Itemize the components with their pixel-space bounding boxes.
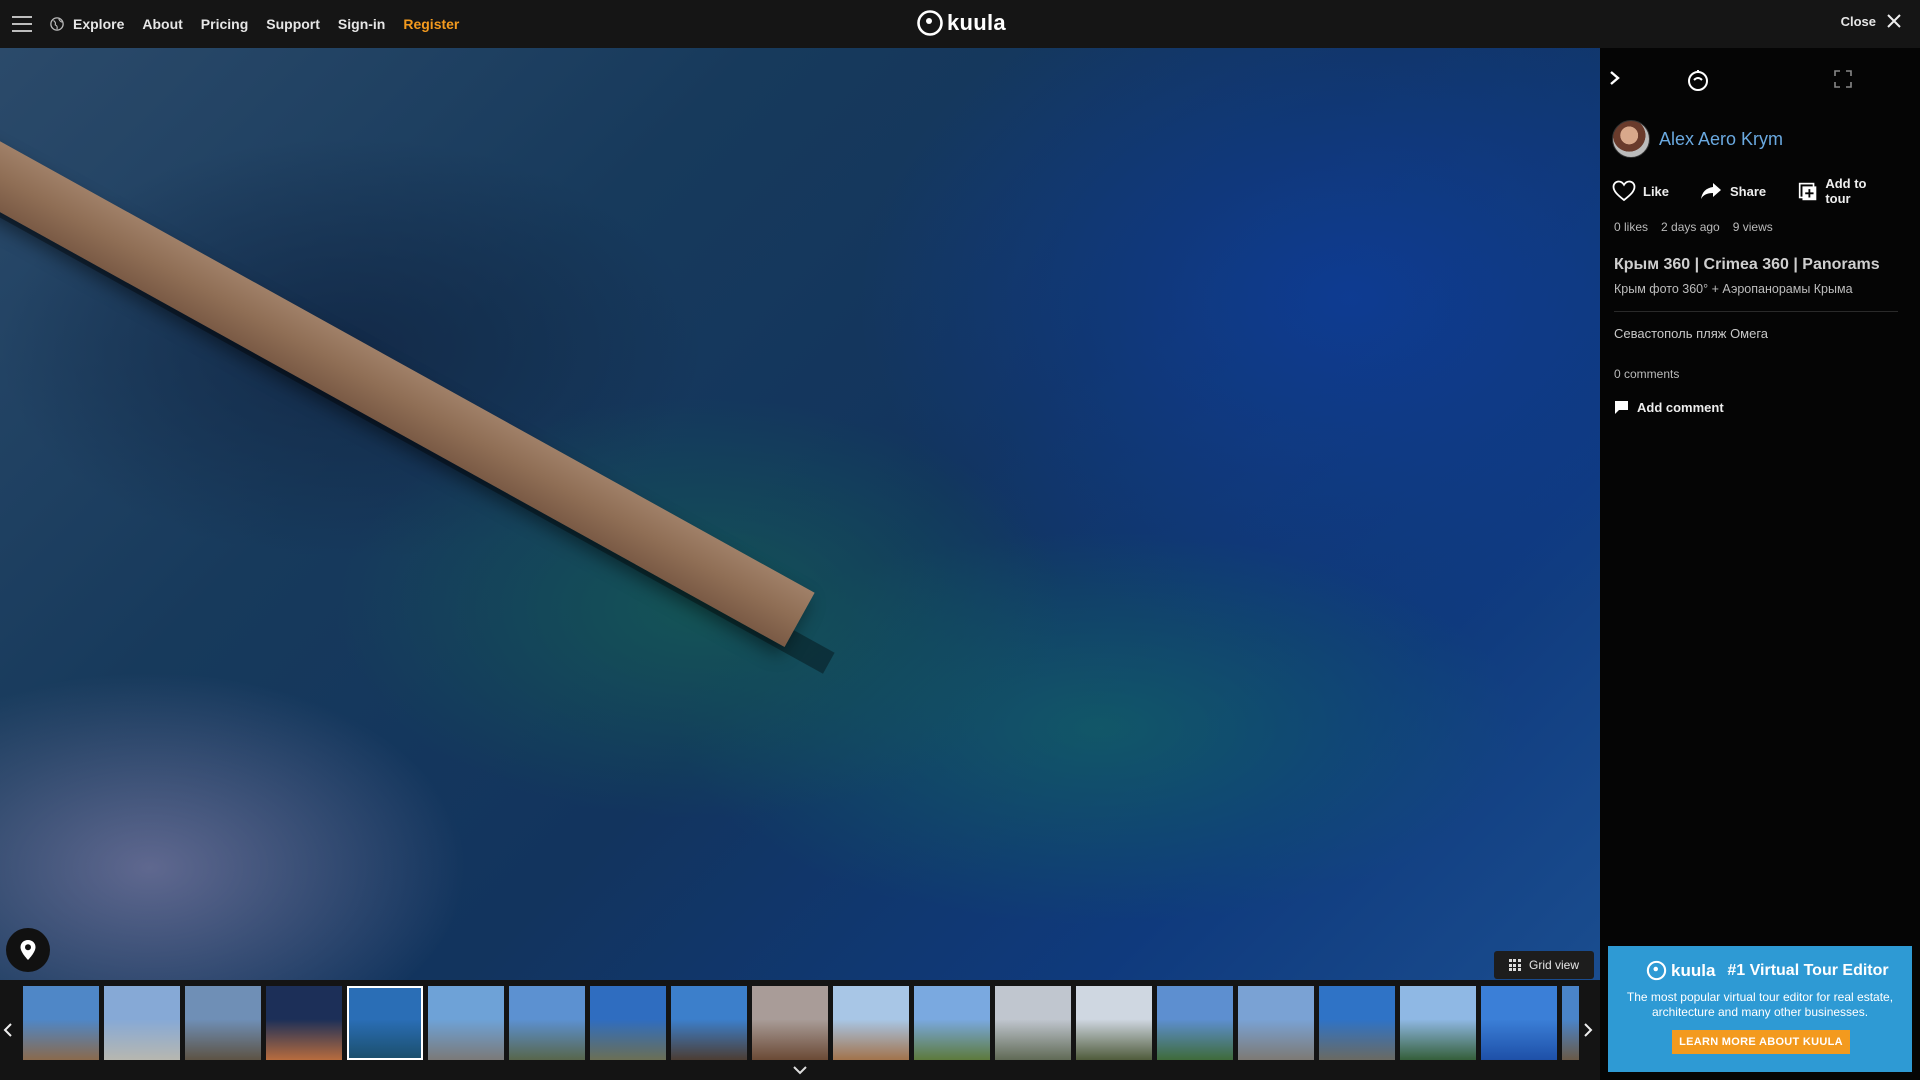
add-to-tour-button[interactable]: Add to tour bbox=[1796, 176, 1890, 206]
photo-description: Севастополь пляж Омега bbox=[1614, 326, 1769, 341]
thumbnail[interactable] bbox=[833, 986, 909, 1060]
globe-icon bbox=[50, 17, 64, 31]
hamburger-icon[interactable] bbox=[12, 16, 32, 32]
gyroscope-icon[interactable] bbox=[1686, 68, 1710, 92]
album-subtitle: Крым фото 360° + Аэропанорамы Крыма bbox=[1614, 282, 1853, 296]
thumbnail[interactable] bbox=[266, 986, 342, 1060]
main-nav: Explore About Pricing Support Sign-in Re… bbox=[50, 16, 477, 32]
avatar bbox=[1612, 120, 1650, 158]
nav-explore[interactable]: Explore bbox=[73, 16, 124, 32]
logo-text: kuula bbox=[947, 10, 1006, 35]
thumbnail[interactable] bbox=[185, 986, 261, 1060]
kuula-logo-icon bbox=[1646, 960, 1667, 981]
thumbnail[interactable] bbox=[1481, 986, 1557, 1060]
like-label: Like bbox=[1643, 183, 1670, 199]
divider bbox=[1614, 311, 1898, 312]
promo-logo-text: kuula bbox=[1671, 960, 1716, 980]
kuula-logo[interactable]: kuula bbox=[916, 9, 1006, 37]
nav-signin[interactable]: Sign-in bbox=[338, 16, 385, 32]
map-location-button[interactable] bbox=[6, 928, 50, 972]
thumbnail[interactable] bbox=[752, 986, 828, 1060]
thumbnail[interactable] bbox=[1238, 986, 1314, 1060]
views-count: 9 views bbox=[1732, 220, 1773, 234]
share-arrow-icon bbox=[1701, 183, 1722, 199]
nav-about[interactable]: About bbox=[142, 16, 182, 32]
thumbnail-filmstrip bbox=[0, 980, 1600, 1080]
fullscreen-icon[interactable] bbox=[1834, 70, 1852, 88]
photo-stats: 0 likes 2 days ago 9 views bbox=[1614, 220, 1773, 234]
chevron-right-icon bbox=[1584, 1023, 1593, 1037]
thumbnail[interactable] bbox=[1400, 986, 1476, 1060]
close-button[interactable]: Close bbox=[1841, 13, 1902, 29]
learn-more-button[interactable]: LEARN MORE ABOUT KUULA bbox=[1672, 1030, 1850, 1054]
thumbnail-list bbox=[23, 986, 1579, 1060]
share-button[interactable]: Share bbox=[1699, 180, 1766, 202]
add-comment-label: Add comment bbox=[1637, 400, 1724, 415]
promo-title: #1 Virtual Tour Editor bbox=[1727, 961, 1889, 979]
pier-image bbox=[0, 108, 815, 648]
add-box-icon bbox=[1799, 182, 1817, 201]
thumbnail[interactable] bbox=[23, 986, 99, 1060]
chevron-down-icon[interactable] bbox=[791, 1064, 809, 1076]
grid-view-button[interactable]: Grid view bbox=[1494, 951, 1594, 979]
thumbnail[interactable] bbox=[914, 986, 990, 1060]
grid-icon bbox=[1508, 959, 1521, 971]
thumbnail[interactable] bbox=[509, 986, 585, 1060]
thumbnail[interactable] bbox=[347, 986, 423, 1060]
close-label: Close bbox=[1840, 13, 1876, 29]
thumbnail[interactable] bbox=[1562, 986, 1579, 1060]
thumbnail[interactable] bbox=[428, 986, 504, 1060]
like-button[interactable]: Like bbox=[1612, 180, 1669, 202]
promo-text: The most popular virtual tour editor for… bbox=[1626, 990, 1894, 1019]
grid-view-label: Grid view bbox=[1528, 958, 1579, 972]
filmstrip-prev-button[interactable] bbox=[0, 1020, 16, 1040]
chevron-left-icon bbox=[3, 1023, 12, 1037]
nav-pricing[interactable]: Pricing bbox=[201, 16, 248, 32]
chevron-right-icon[interactable] bbox=[1608, 70, 1622, 86]
posted-time: 2 days ago bbox=[1661, 220, 1720, 234]
author-name: Alex Aero Krym bbox=[1659, 128, 1784, 149]
nav-support[interactable]: Support bbox=[266, 16, 320, 32]
thumbnail[interactable] bbox=[1076, 986, 1152, 1060]
map-pin-icon bbox=[20, 940, 36, 960]
kuula-logo-icon bbox=[917, 10, 943, 36]
close-icon bbox=[1887, 14, 1901, 28]
promo-banner: kuula #1 Virtual Tour Editor The most po… bbox=[1608, 946, 1912, 1072]
sidebar-toolbar bbox=[1600, 60, 1920, 96]
heart-icon bbox=[1612, 180, 1636, 202]
thumbnail[interactable] bbox=[104, 986, 180, 1060]
comments-count: 0 comments bbox=[1614, 367, 1680, 381]
author-link[interactable]: Alex Aero Krym bbox=[1612, 120, 1783, 158]
thumbnail[interactable] bbox=[671, 986, 747, 1060]
top-bar: Explore About Pricing Support Sign-in Re… bbox=[0, 0, 1920, 48]
add-to-tour-label: Add to tour bbox=[1825, 176, 1867, 206]
share-label: Share bbox=[1730, 183, 1767, 199]
filmstrip-next-button[interactable] bbox=[1580, 1020, 1596, 1040]
thumbnail[interactable] bbox=[995, 986, 1071, 1060]
likes-count: 0 likes bbox=[1614, 220, 1649, 234]
thumbnail[interactable] bbox=[1157, 986, 1233, 1060]
thumbnail[interactable] bbox=[1319, 986, 1395, 1060]
thumbnail[interactable] bbox=[590, 986, 666, 1060]
nav-register[interactable]: Register bbox=[403, 16, 459, 32]
album-title-link[interactable]: Крым 360 | Crimea 360 | Panorams bbox=[1614, 256, 1880, 274]
comment-icon bbox=[1615, 401, 1628, 414]
promo-header: kuula #1 Virtual Tour Editor bbox=[1646, 960, 1889, 981]
panorama-viewer[interactable]: Grid view bbox=[0, 48, 1600, 980]
info-sidebar: Alex Aero Krym Like Share Add to tour 0 … bbox=[1600, 48, 1920, 1080]
add-comment-button[interactable]: Add comment bbox=[1614, 400, 1724, 415]
action-bar: Like Share Add to tour bbox=[1612, 176, 1920, 206]
